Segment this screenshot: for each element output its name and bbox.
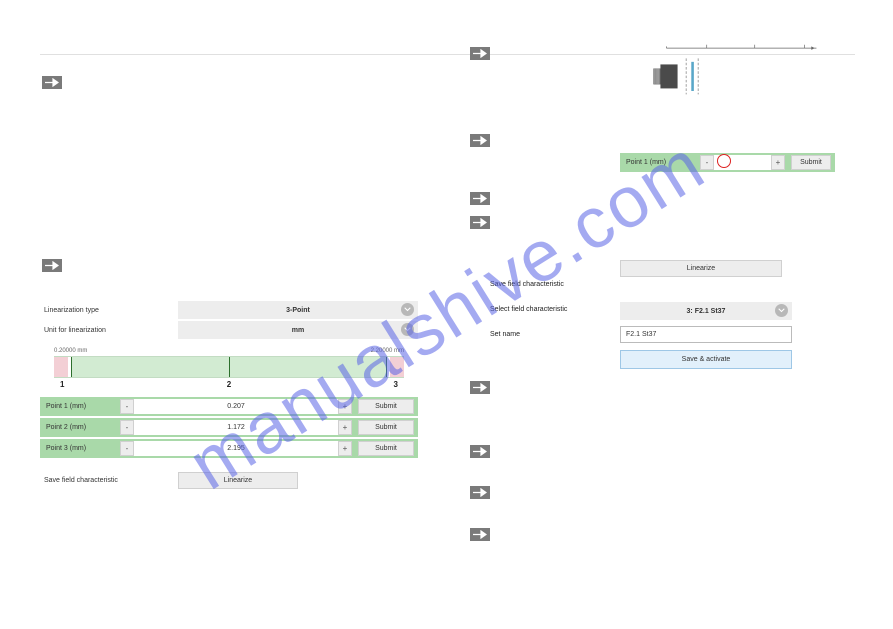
select-field-label: Select field characteristic xyxy=(490,306,567,313)
arrow-icon xyxy=(470,381,490,394)
minus-button[interactable]: - xyxy=(120,420,134,435)
submit-button[interactable]: Submit xyxy=(358,420,414,435)
arrow-icon xyxy=(42,76,62,89)
point-input[interactable] xyxy=(714,155,771,170)
select-field-value: 3: F2.1 St37 xyxy=(687,308,726,315)
linearization-bar: 0.20000 mm 2.20000 mm 1 2 3 xyxy=(40,340,418,389)
arrow-icon xyxy=(470,192,490,205)
minus-button[interactable]: - xyxy=(120,441,134,456)
arrow-icon xyxy=(470,486,490,499)
arrow-icon xyxy=(470,528,490,541)
set-name-input[interactable]: F2.1 St37 xyxy=(620,326,792,343)
bar-num: 2 xyxy=(227,380,231,389)
sensor-diagram xyxy=(640,43,830,103)
point-row: Point 2 (mm) - 1.172 + Submit xyxy=(40,418,418,437)
bar-num: 3 xyxy=(394,380,398,389)
lin-type-dropdown[interactable]: 3-Point xyxy=(178,301,418,319)
point-row: Point 3 (mm) - 2.195 + Submit xyxy=(40,439,418,458)
linearization-panel: Linearization type 3-Point Unit for line… xyxy=(40,300,418,489)
chevron-down-icon xyxy=(401,303,414,316)
highlight-circle xyxy=(717,154,731,168)
save-field-label: Save field characteristic xyxy=(490,281,564,288)
lin-type-value: 3-Point xyxy=(286,307,310,314)
point-label: Point 1 (mm) xyxy=(40,403,120,410)
point-input[interactable]: 1.172 xyxy=(134,420,338,435)
arrow-icon xyxy=(470,134,490,147)
minus-button[interactable]: - xyxy=(120,399,134,414)
plus-button[interactable]: + xyxy=(338,399,352,414)
unit-value: mm xyxy=(292,327,304,334)
submit-button[interactable]: Submit xyxy=(358,441,414,456)
plus-button[interactable]: + xyxy=(771,155,785,170)
arrow-icon xyxy=(470,445,490,458)
linearize-button[interactable]: Linearize xyxy=(178,472,298,489)
arrow-icon xyxy=(470,47,490,60)
unit-label: Unit for linearization xyxy=(40,327,178,334)
select-field-dropdown[interactable]: 3: F2.1 St37 xyxy=(620,302,792,320)
save-activate-button[interactable]: Save & activate xyxy=(620,350,792,369)
plus-button[interactable]: + xyxy=(338,420,352,435)
save-field-label: Save field characteristic xyxy=(40,477,178,484)
scale-min: 0.20000 mm xyxy=(54,348,87,354)
chevron-down-icon xyxy=(401,323,414,336)
point-label: Point 1 (mm) xyxy=(620,159,700,166)
scale-max: 2.20000 mm xyxy=(371,348,404,354)
point-label: Point 3 (mm) xyxy=(40,445,120,452)
submit-button[interactable]: Submit xyxy=(791,155,831,170)
arrow-icon xyxy=(42,259,62,272)
point-label: Point 2 (mm) xyxy=(40,424,120,431)
linearize-button[interactable]: Linearize xyxy=(620,260,782,277)
unit-dropdown[interactable]: mm xyxy=(178,321,418,339)
set-name-label: Set name xyxy=(490,331,520,338)
plus-button[interactable]: + xyxy=(338,441,352,456)
arrow-icon xyxy=(470,216,490,229)
point-row: Point 1 (mm) - 0.207 + Submit xyxy=(40,397,418,416)
point-input[interactable]: 0.207 xyxy=(134,399,338,414)
submit-button[interactable]: Submit xyxy=(358,399,414,414)
minus-button[interactable]: - xyxy=(700,155,714,170)
point-input[interactable]: 2.195 xyxy=(134,441,338,456)
bar-num: 1 xyxy=(60,380,64,389)
chevron-down-icon xyxy=(775,304,788,317)
lin-type-label: Linearization type xyxy=(40,307,178,314)
point-row-top: Point 1 (mm) - + Submit xyxy=(620,153,835,172)
